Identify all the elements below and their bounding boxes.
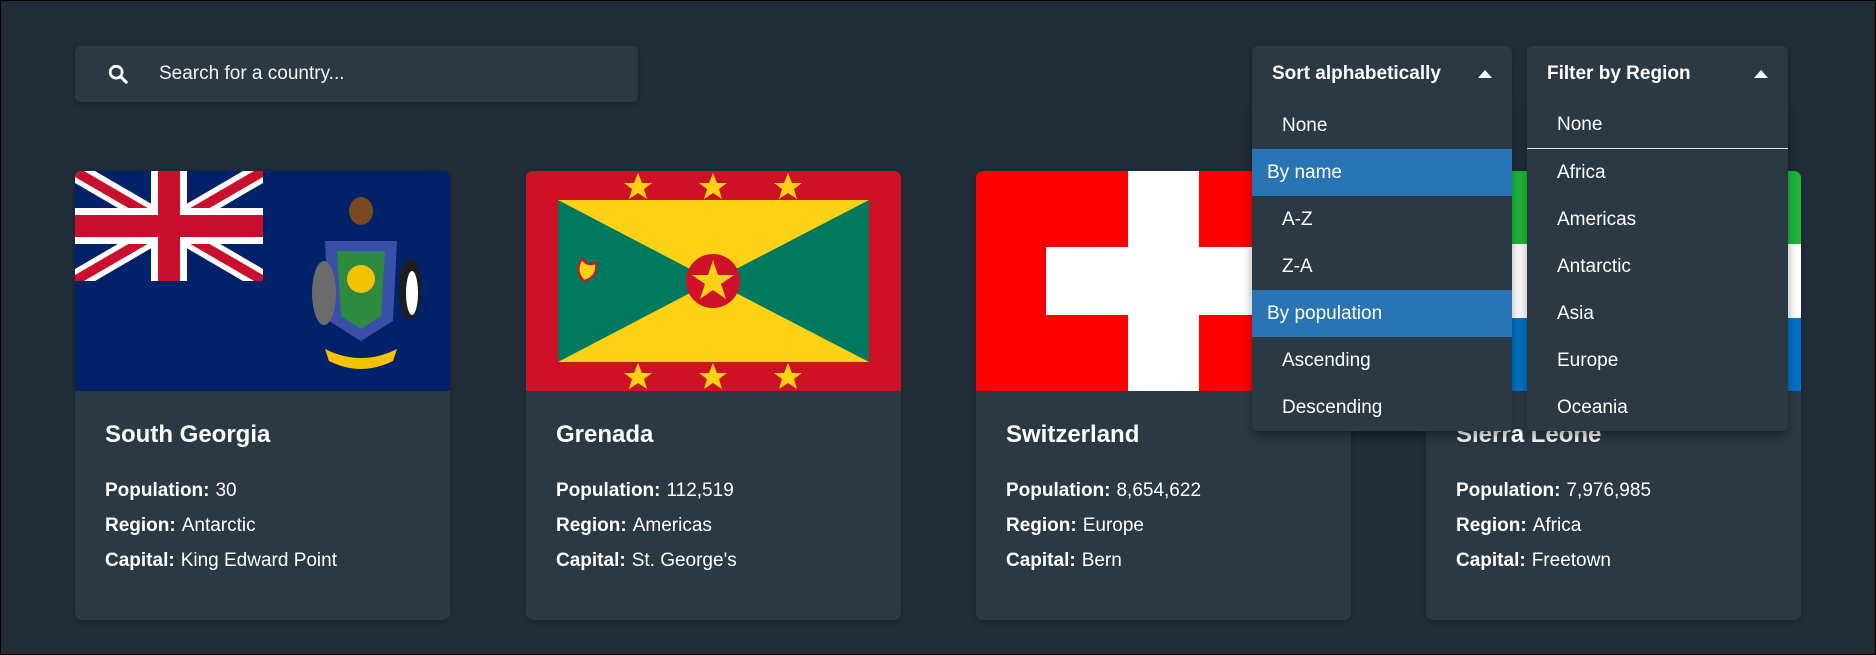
country-card[interactable]: South Georgia Population: 30 Region: Antar… [75, 171, 450, 620]
region-value: Antarctic [181, 515, 256, 536]
sort-option-ascending[interactable]: Ascending [1252, 337, 1512, 384]
capital-info: Capital: Freetown [1456, 550, 1611, 572]
population-value: 8,654,622 [1116, 480, 1202, 501]
sort-dropdown-label: Sort alphabetically [1272, 63, 1441, 84]
filter-option-oceania[interactable]: Oceania [1527, 384, 1788, 431]
capital-info: Capital: King Edward Point [105, 550, 337, 572]
sort-group-by-name: By name [1252, 149, 1512, 196]
capital-info: Capital: St. George's [556, 550, 737, 572]
population-label: Population: [1456, 480, 1561, 501]
sort-option-none[interactable]: None [1252, 102, 1512, 149]
population-value: 112,519 [666, 480, 734, 501]
region-label: Region: [1006, 515, 1077, 536]
capital-label: Capital: [556, 550, 626, 571]
population-info: Population: 7,976,985 [1456, 480, 1651, 502]
country-name[interactable]: Switzerland [1006, 421, 1139, 449]
capital-value: St. George's [631, 550, 737, 571]
filter-option-antarctic[interactable]: Antarctic [1527, 243, 1788, 290]
flag-image [75, 171, 450, 391]
capital-label: Capital: [1456, 550, 1526, 571]
capital-info: Capital: Bern [1006, 550, 1122, 572]
region-label: Region: [105, 515, 176, 536]
region-info: Region: Europe [1006, 515, 1144, 537]
region-value: Americas [632, 515, 712, 536]
search-icon [108, 64, 128, 84]
search-input[interactable] [157, 62, 561, 86]
capital-value: Freetown [1531, 550, 1611, 571]
filter-menu: None Africa Americas Antarctic Asia Euro… [1527, 102, 1788, 431]
sort-option-descending[interactable]: Descending [1252, 384, 1512, 431]
filter-option-none[interactable]: None [1527, 102, 1788, 149]
caret-up-icon [1478, 70, 1492, 78]
search-box[interactable] [75, 46, 638, 102]
filter-region-dropdown[interactable]: Filter by Region [1527, 46, 1788, 102]
population-label: Population: [556, 480, 661, 501]
population-value: 7,976,985 [1566, 480, 1652, 501]
filter-option-americas[interactable]: Americas [1527, 196, 1788, 243]
population-info: Population: 30 [105, 480, 237, 502]
filter-dropdown-label: Filter by Region [1547, 63, 1691, 84]
population-label: Population: [1006, 480, 1111, 501]
capital-label: Capital: [1006, 550, 1076, 571]
population-value: 30 [215, 480, 237, 501]
population-info: Population: 8,654,622 [1006, 480, 1201, 502]
country-name[interactable]: Grenada [556, 421, 653, 449]
population-label: Population: [105, 480, 210, 501]
region-info: Region: Africa [1456, 515, 1581, 537]
sort-option-z-a[interactable]: Z-A [1252, 243, 1512, 290]
region-value: Europe [1082, 515, 1144, 536]
population-info: Population: 112,519 [556, 480, 734, 502]
sort-option-a-z[interactable]: A-Z [1252, 196, 1512, 243]
filter-option-asia[interactable]: Asia [1527, 290, 1788, 337]
country-name[interactable]: South Georgia [105, 421, 270, 449]
region-label: Region: [556, 515, 627, 536]
sort-group-by-population: By population [1252, 290, 1512, 337]
filter-option-africa[interactable]: Africa [1527, 149, 1788, 196]
capital-value: Bern [1081, 550, 1122, 571]
capital-label: Capital: [105, 550, 175, 571]
region-info: Region: Antarctic [105, 515, 256, 537]
sort-menu: None By name A-Z Z-A By population Ascen… [1252, 102, 1512, 431]
region-label: Region: [1456, 515, 1527, 536]
region-value: Africa [1532, 515, 1582, 536]
region-info: Region: Americas [556, 515, 712, 537]
caret-up-icon [1754, 70, 1768, 78]
filter-option-europe[interactable]: Europe [1527, 337, 1788, 384]
sort-dropdown[interactable]: Sort alphabetically [1252, 46, 1512, 102]
flag-image [526, 171, 901, 391]
capital-value: King Edward Point [180, 550, 338, 571]
country-card[interactable]: Grenada Population: 112,519 Region: Americ… [526, 171, 901, 620]
